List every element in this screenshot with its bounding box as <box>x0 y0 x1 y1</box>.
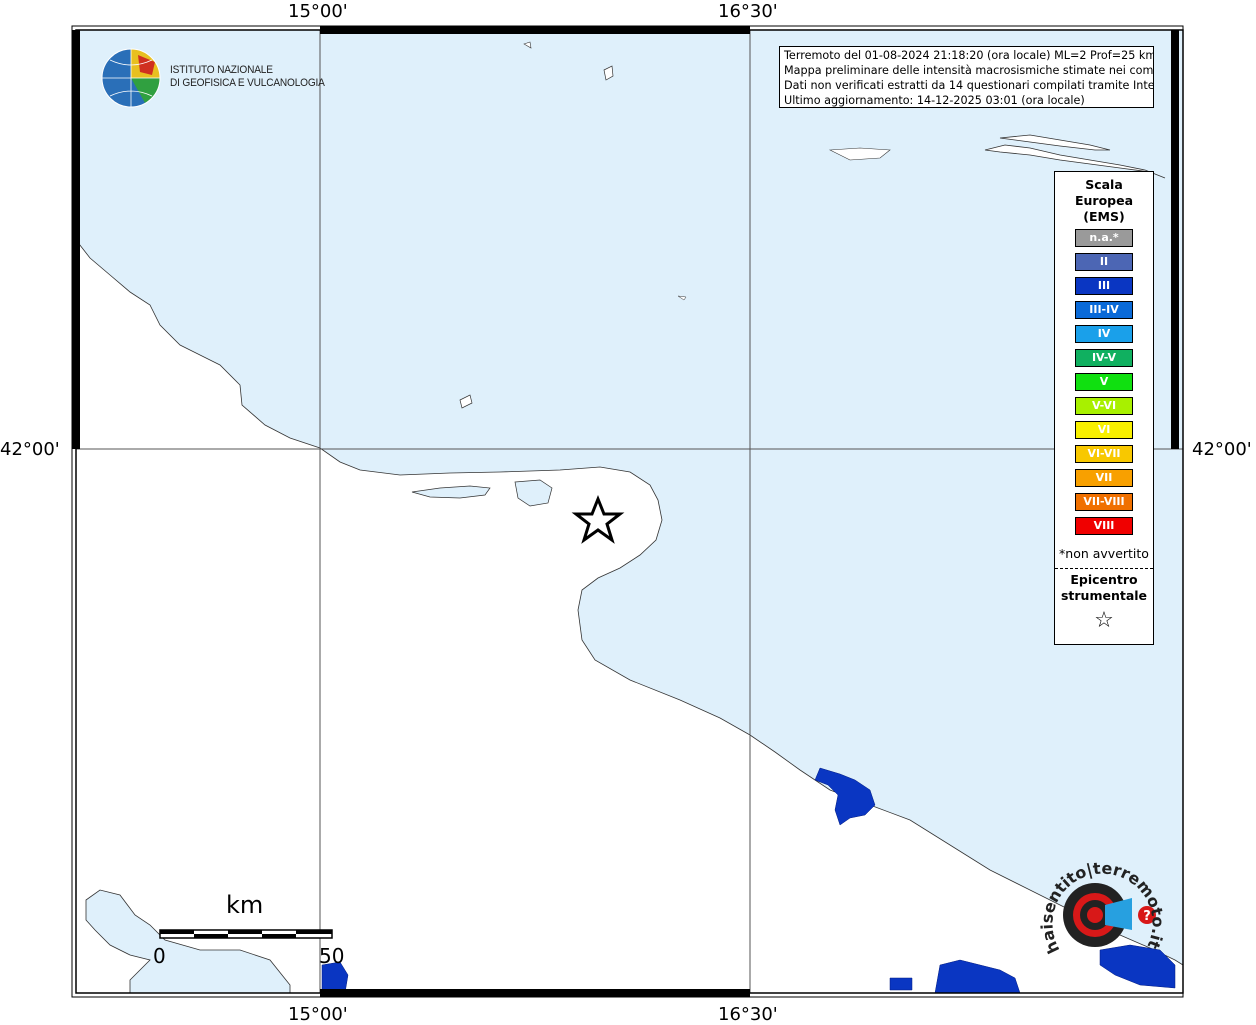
info-line-3: Dati non verificati estratti da 14 quest… <box>784 79 1154 92</box>
frame-top-thick <box>320 26 750 34</box>
axis-bottom-right: 16°30' <box>718 1004 778 1025</box>
ingv-logo-text: ISTITUTO NAZIONALE DI GEOFISICA E VULCAN… <box>170 64 325 89</box>
scale-start: 0 <box>153 944 166 968</box>
scale-end: 50 <box>319 944 345 968</box>
legend-item: III <box>1075 277 1133 295</box>
info-line-4: Ultimo aggiornamento: 14-12-2025 03:01 (… <box>784 94 1085 107</box>
intensity-area-4 <box>889 977 913 991</box>
info-box: Terremoto del 01-08-2024 21:18:20 (ora l… <box>779 46 1154 108</box>
legend-item: VI <box>1075 421 1133 439</box>
axis-left: 42°00' <box>0 439 60 460</box>
info-line-1: Terremoto del 01-08-2024 21:18:20 (ora l… <box>784 49 1154 62</box>
legend-title: Scala Europea (EMS) <box>1074 177 1134 224</box>
frame-left-thick <box>72 30 80 449</box>
legend-item: VIII <box>1075 517 1133 535</box>
scale-unit: km <box>226 891 264 919</box>
legend-item: V <box>1075 373 1133 391</box>
legend-item: n.a.* <box>1075 229 1133 247</box>
legend-item: IV-V <box>1075 349 1133 367</box>
legend-note: *non avvertito <box>1059 546 1149 561</box>
legend-item: II <box>1075 253 1133 271</box>
axis-top-right: 16°30' <box>718 1 778 22</box>
frame-right-thick <box>1171 30 1179 449</box>
legend-separator <box>1055 568 1153 569</box>
legend-item: IV <box>1075 325 1133 343</box>
legend-item: VI-VII <box>1075 445 1133 463</box>
legend-item: VII <box>1075 469 1133 487</box>
axis-right: 42°00' <box>1192 439 1252 460</box>
legend-item: VII-VIII <box>1075 493 1133 511</box>
info-line-2: Mappa preliminare delle intensità macros… <box>784 64 1154 77</box>
legend: Scala Europea (EMS) n.a.* II III III-IV IV IV… <box>1054 171 1154 645</box>
legend-item: V-VI <box>1075 397 1133 415</box>
axis-bottom-left: 15°00' <box>288 1004 348 1025</box>
frame-bottom-thick <box>320 989 750 997</box>
legend-star-icon: ☆ <box>1094 608 1114 633</box>
ingv-logo-icon <box>101 48 161 108</box>
legend-epicenter-label: Epicentro strumentale <box>1060 572 1148 603</box>
legend-item: III-IV <box>1075 301 1133 319</box>
axis-top-left: 15°00' <box>288 1 348 22</box>
scale-bar <box>159 929 333 939</box>
